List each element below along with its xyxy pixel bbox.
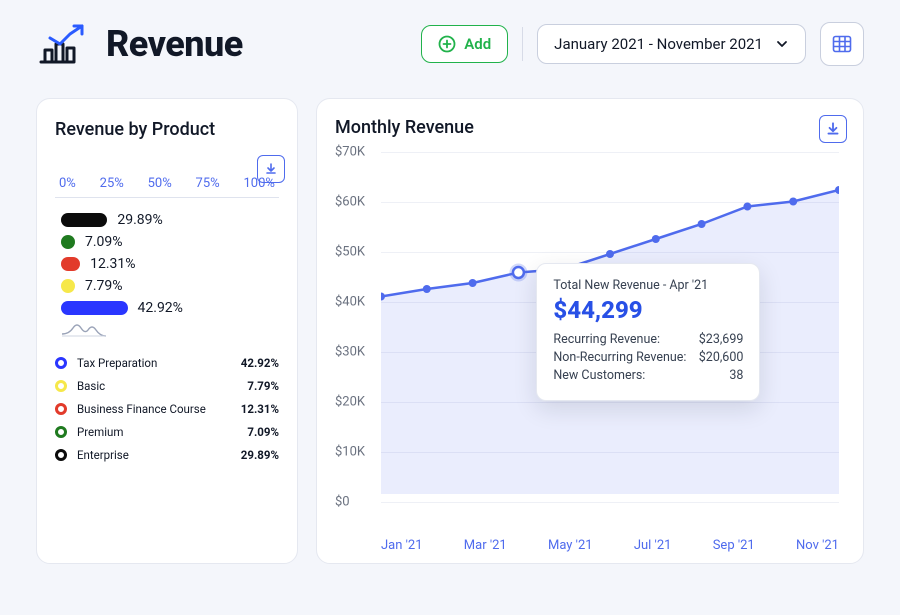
x-tick: May '21 [548,538,593,553]
download-button[interactable] [257,155,285,183]
legend-value: 29.89% [241,448,279,462]
add-button-label: Add [464,35,491,53]
legend-name: Basic [77,379,105,393]
legend-row: Premium 7.09% [55,425,279,439]
bar [61,257,80,271]
bar-row: 29.89% [61,212,279,228]
y-tick: $20K [335,395,365,410]
date-range-label: January 2021 - November 2021 [554,35,763,53]
legend-value: 7.09% [247,425,279,439]
plus-circle-icon [438,35,456,53]
bar-row: 7.09% [61,234,279,250]
card-title: Monthly Revenue [335,117,845,138]
legend-row: Tax Preparation 42.92% [55,356,279,370]
legend-row: Business Finance Course 12.31% [55,402,279,416]
tooltip-amount: $44,299 [553,296,743,324]
legend-value: 12.31% [241,402,279,416]
card-title: Revenue by Product [55,119,279,140]
separator [522,27,523,61]
bar-list: 29.89% 7.09% 12.31% 7.79% 42.92% [55,212,279,316]
bar-label: 7.79% [85,278,123,294]
tooltip-value: 38 [729,368,743,383]
x-tick: Jul '21 [634,538,672,553]
legend-name: Premium [77,425,123,439]
grid-line [381,502,839,503]
bar [61,301,128,315]
sparkline-icon [61,322,279,338]
y-tick: $40K [335,295,365,310]
legend-swatch [55,357,67,369]
bar-row: 7.79% [61,278,279,294]
tooltip-title: Total New Revenue - Apr '21 [553,278,743,293]
bar-row: 12.31% [61,256,279,272]
legend-row: Enterprise 29.89% [55,448,279,462]
axis-tick: 50% [148,176,172,191]
tooltip-value: $23,699 [699,332,744,347]
y-tick: $30K [335,345,365,360]
y-tick: $0 [335,495,350,510]
table-view-button[interactable] [820,22,864,66]
axis-line [55,197,279,198]
x-tick: Jan '21 [381,538,423,553]
x-tick: Sep '21 [713,538,755,553]
page-header: Revenue Add January 2021 - November 2021 [36,22,864,66]
revenue-icon [36,22,88,66]
legend: Tax Preparation 42.92% Basic 7.79% Business … [55,356,279,462]
legend-swatch [55,403,67,415]
download-icon [825,121,841,137]
bar-label: 29.89% [117,212,162,228]
tooltip-key: New Customers: [553,368,645,383]
chevron-down-icon [775,37,789,51]
tooltip-value: $20,600 [699,350,744,365]
bar-dot [61,279,75,293]
y-tick: $70K [335,145,365,160]
x-axis: Jan '21 Mar '21 May '21 Jul '21 Sep '21 … [335,538,845,553]
legend-name: Business Finance Course [77,402,206,416]
tooltip-row: Recurring Revenue: $23,699 [553,332,743,347]
legend-swatch [55,426,67,438]
bar-label: 12.31% [90,256,135,272]
x-tick: Nov '21 [796,538,839,553]
legend-value: 7.79% [247,379,279,393]
legend-name: Enterprise [77,448,129,462]
axis-tick: 75% [196,176,220,191]
revenue-by-product-card: Revenue by Product 0% 25% 50% 75% 100% 2… [36,98,298,564]
y-tick: $50K [335,245,365,260]
x-tick: Mar '21 [464,538,507,553]
bar-label: 7.09% [85,234,123,250]
tooltip-key: Recurring Revenue: [553,332,660,347]
legend-value: 42.92% [241,356,279,370]
legend-swatch [55,449,67,461]
bar-row: 42.92% [61,300,279,316]
bar-label: 42.92% [138,300,183,316]
download-icon [264,162,278,176]
legend-name: Tax Preparation [77,356,157,370]
date-range-button[interactable]: January 2021 - November 2021 [537,24,806,64]
line-chart[interactable]: $70K $60K $50K $40K $30K $20K $10K $0 Total New… [335,144,845,534]
page-title: Revenue [106,23,243,65]
tooltip-row: Non-Recurring Revenue: $20,600 [553,350,743,365]
legend-row: Basic 7.79% [55,379,279,393]
y-tick: $60K [335,195,365,210]
tooltip-row: New Customers: 38 [553,368,743,383]
bar-axis: 0% 25% 50% 75% 100% [55,176,279,191]
table-icon [831,33,853,55]
tooltip-key: Non-Recurring Revenue: [553,350,686,365]
add-button[interactable]: Add [421,25,508,63]
bar [61,213,107,227]
y-tick: $10K [335,445,365,460]
bar-dot [61,235,75,249]
download-button[interactable] [819,115,847,143]
axis-tick: 0% [59,176,76,191]
legend-swatch [55,380,67,392]
monthly-revenue-card: Monthly Revenue $70K $60K $50K $40K $30K $20K… [316,98,864,564]
chart-tooltip: Total New Revenue - Apr '21 $44,299 Recu… [536,263,760,401]
axis-tick: 25% [100,176,124,191]
